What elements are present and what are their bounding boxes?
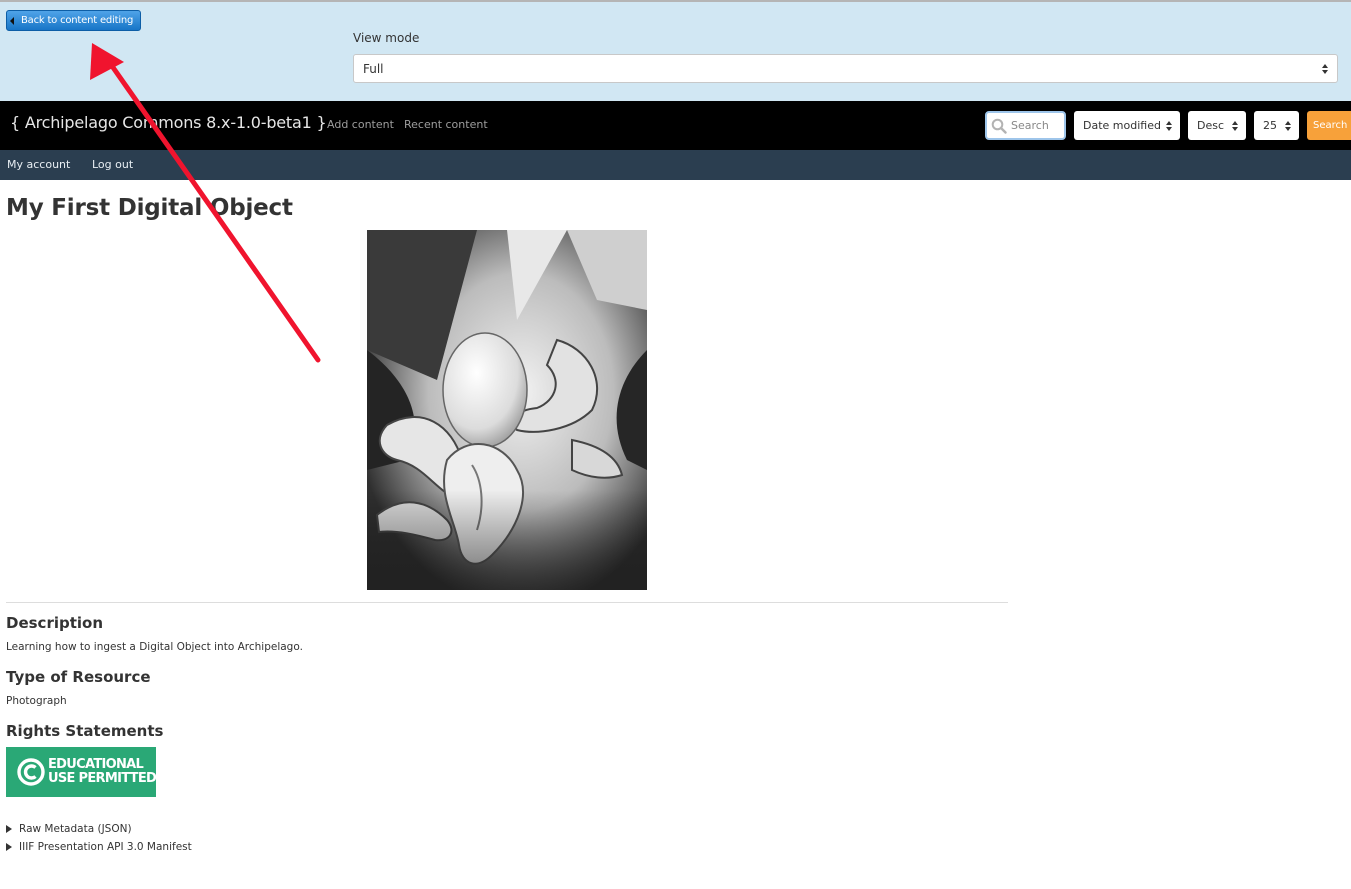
search-button[interactable]: Search bbox=[1307, 111, 1351, 140]
search-placeholder: Search bbox=[1011, 119, 1049, 132]
view-mode-value: Full bbox=[363, 61, 384, 76]
site-brand[interactable]: { Archipelago Commons 8.x-1.0-beta1 } bbox=[10, 113, 327, 132]
field-label-type-of-resource: Type of Resource bbox=[6, 668, 151, 686]
digital-object-photo[interactable] bbox=[367, 230, 647, 590]
updown-caret-icon bbox=[1322, 63, 1328, 74]
back-button-label: Back to content editing bbox=[21, 15, 134, 26]
search-input[interactable]: Search bbox=[985, 111, 1066, 140]
magnifier-icon bbox=[991, 118, 1007, 134]
sort-order-select[interactable]: Desc bbox=[1188, 111, 1246, 140]
field-value-description: Learning how to ingest a Digital Object … bbox=[6, 641, 303, 653]
details-raw-metadata-label: Raw Metadata (JSON) bbox=[19, 823, 132, 835]
sort-field-value: Date modified bbox=[1083, 119, 1161, 132]
page-title: My First Digital Object bbox=[6, 195, 293, 221]
details-iiif-manifest-label: IIIF Presentation API 3.0 Manifest bbox=[19, 841, 192, 853]
updown-caret-icon bbox=[1232, 120, 1238, 131]
back-to-content-editing-button[interactable]: Back to content editing bbox=[6, 10, 141, 31]
updown-caret-icon bbox=[1166, 120, 1172, 131]
details-iiif-manifest[interactable]: IIIF Presentation API 3.0 Manifest bbox=[6, 841, 192, 853]
updown-caret-icon bbox=[1285, 120, 1291, 131]
subnav-link-my-account[interactable]: My account bbox=[7, 158, 70, 171]
sort-order-value: Desc bbox=[1197, 119, 1225, 132]
content-divider bbox=[6, 602, 1008, 603]
per-page-value: 25 bbox=[1263, 119, 1277, 132]
subnav-link-log-out[interactable]: Log out bbox=[92, 158, 133, 171]
details-raw-metadata[interactable]: Raw Metadata (JSON) bbox=[6, 823, 132, 835]
field-label-rights-statements: Rights Statements bbox=[6, 722, 164, 740]
copyright-icon bbox=[17, 758, 45, 786]
triangle-right-icon bbox=[6, 825, 12, 833]
top-navbar: { Archipelago Commons 8.x-1.0-beta1 } Ad… bbox=[0, 101, 1351, 150]
field-label-description: Description bbox=[6, 614, 104, 632]
nav-link-add-content[interactable]: Add content bbox=[327, 118, 394, 131]
rights-badge-line-1: EDUCATIONAL bbox=[48, 757, 144, 772]
per-page-select[interactable]: 25 bbox=[1254, 111, 1299, 140]
triangle-right-icon bbox=[6, 843, 12, 851]
view-mode-select[interactable]: Full bbox=[353, 54, 1338, 83]
rights-statement-badge[interactable]: EDUCATIONAL USE PERMITTED bbox=[6, 747, 157, 797]
view-mode-label: View mode bbox=[353, 31, 420, 45]
content-preview-bar: Back to content editing View mode Full bbox=[0, 2, 1351, 101]
sort-field-select[interactable]: Date modified bbox=[1074, 111, 1180, 140]
user-subnav: My account Log out bbox=[0, 150, 1351, 180]
field-value-type-of-resource: Photograph bbox=[6, 695, 67, 707]
nav-link-recent-content[interactable]: Recent content bbox=[404, 118, 488, 131]
chevron-left-icon bbox=[10, 16, 14, 25]
rights-badge-line-2: USE PERMITTED bbox=[48, 771, 157, 786]
